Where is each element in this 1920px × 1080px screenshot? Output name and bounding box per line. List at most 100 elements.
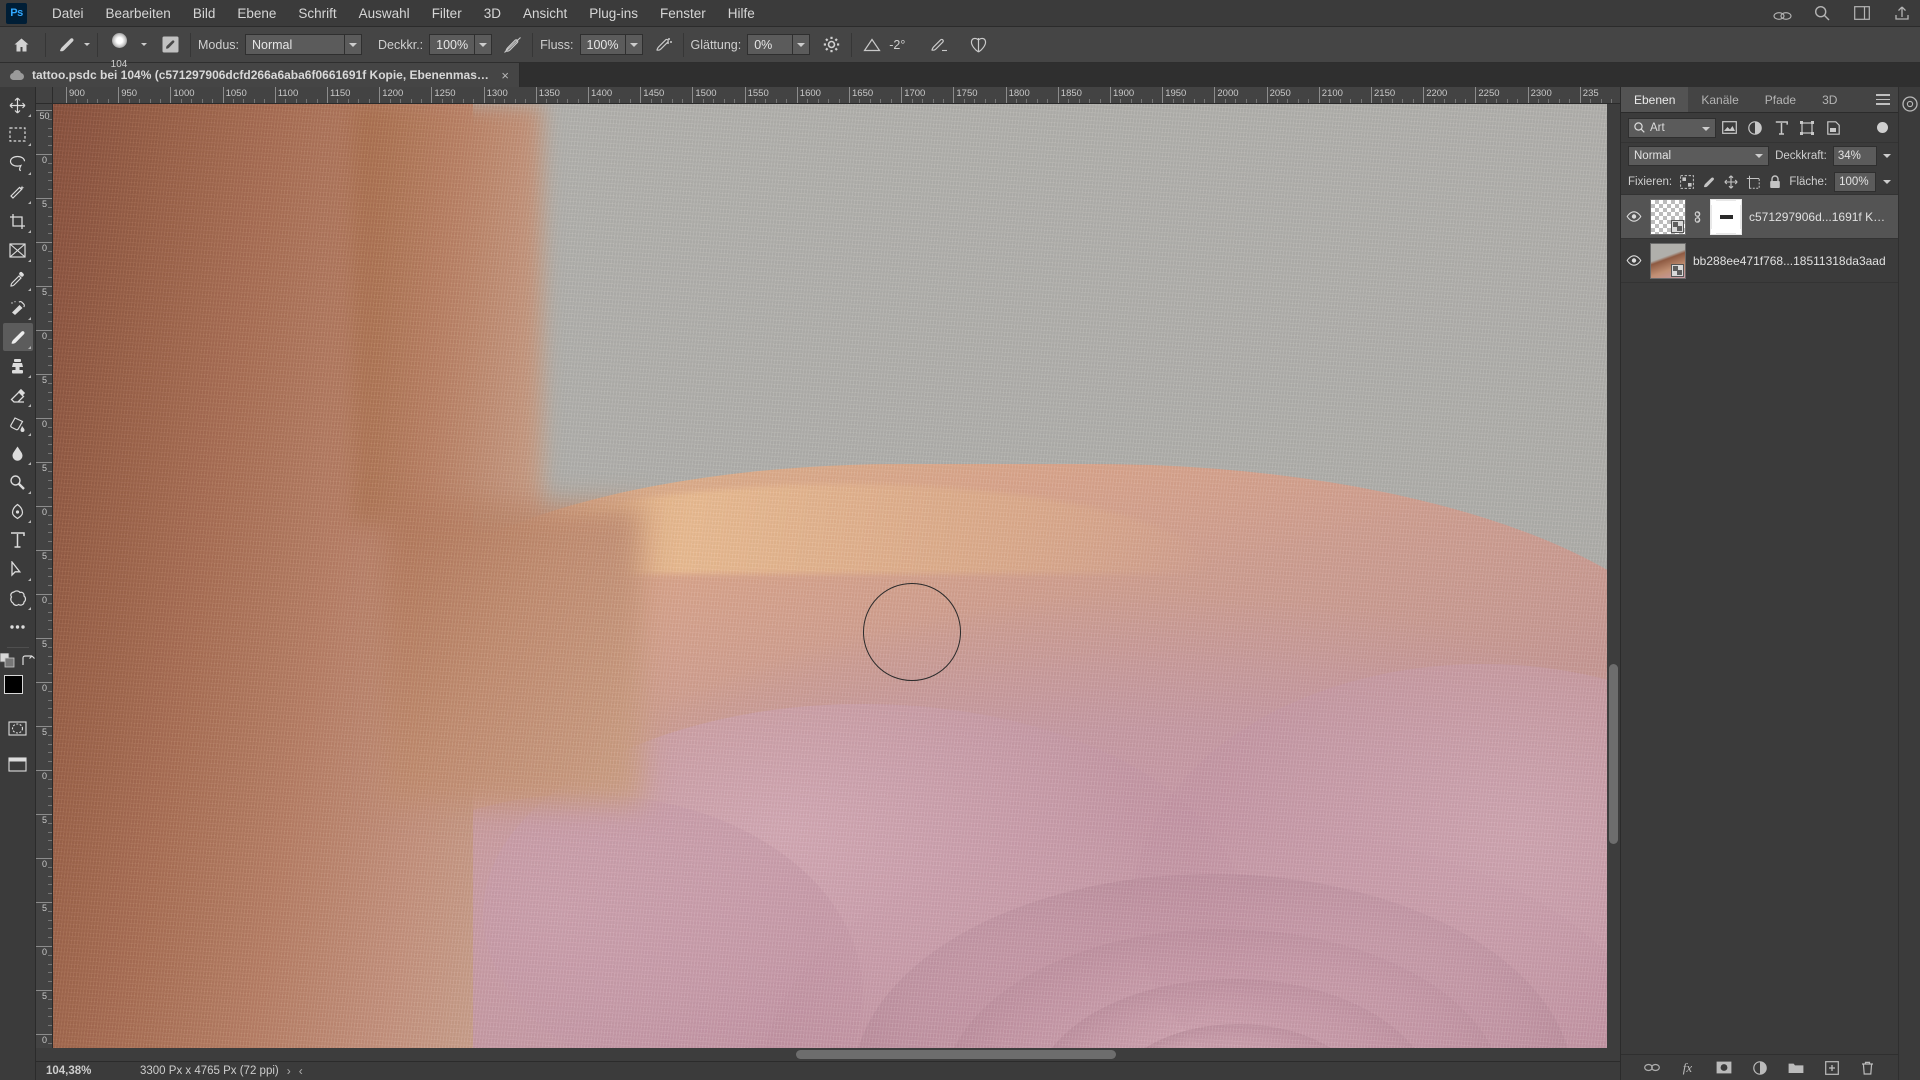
dodge-tool[interactable]	[3, 468, 33, 496]
filter-shape-icon[interactable]	[1794, 117, 1820, 139]
layer-style-fx-icon[interactable]: fx	[1679, 1059, 1696, 1076]
adjustment-layer-icon[interactable]	[1751, 1059, 1768, 1076]
layer-name[interactable]: bb288ee471f768...18511318da3aad	[1693, 254, 1886, 268]
default-colors-icon[interactable]	[0, 653, 15, 668]
lock-transparency-icon[interactable]	[1679, 173, 1694, 190]
table-row[interactable]: bb288ee471f768...18511318da3aad	[1621, 239, 1898, 283]
blur-tool[interactable]	[3, 439, 33, 467]
table-row[interactable]: c571297906d...1691f Kopie	[1621, 195, 1898, 239]
lock-all-icon[interactable]	[1767, 173, 1782, 190]
menu-item-auswahl[interactable]: Auswahl	[348, 2, 421, 25]
tab-pfade[interactable]: Pfade	[1752, 87, 1809, 112]
quick-mask-icon[interactable]	[3, 714, 33, 742]
transparent-layer-thumbnail[interactable]	[1650, 198, 1686, 235]
photo-layer-thumbnail[interactable]	[1650, 242, 1686, 279]
flow-dropdown[interactable]: 100%	[579, 34, 643, 55]
opacity-dropdown[interactable]: 100%	[429, 34, 493, 55]
status-expand-left-icon[interactable]: ‹	[299, 1064, 311, 1078]
new-layer-icon[interactable]	[1823, 1059, 1840, 1076]
menu-item-bearbeiten[interactable]: Bearbeiten	[95, 2, 182, 25]
rectangular-marquee-tool[interactable]	[3, 120, 33, 148]
brush-size-preview[interactable]: 104	[105, 32, 133, 70]
link-icon[interactable]	[1693, 210, 1703, 224]
object-selection-tool[interactable]	[3, 178, 33, 206]
gear-icon[interactable]	[818, 33, 844, 57]
menu-item-3d[interactable]: 3D	[473, 2, 512, 25]
smoothing-dropdown[interactable]: 0%	[747, 34, 811, 55]
color-wheel-icon[interactable]	[1901, 95, 1919, 113]
vertical-ruler[interactable]: 500505050505050505050505	[36, 104, 53, 1048]
cloud-sync-icon[interactable]	[1772, 3, 1792, 23]
screen-mode-icon[interactable]	[3, 750, 33, 778]
brush-preset-icon[interactable]	[53, 33, 79, 57]
edit-toolbar-tool[interactable]	[3, 613, 33, 641]
fill-chevron-down-icon[interactable]	[1883, 179, 1892, 184]
symmetry-butterfly-icon[interactable]	[965, 33, 991, 57]
layer-opacity-value[interactable]: 34%	[1832, 146, 1877, 166]
brush-preset-chevron-down-icon[interactable]	[84, 43, 90, 46]
frame-tool[interactable]	[3, 236, 33, 264]
menu-item-fenster[interactable]: Fenster	[649, 2, 717, 25]
lock-artboard-icon[interactable]	[1745, 173, 1760, 190]
layer-mask-thumbnail[interactable]	[1710, 198, 1742, 235]
type-tool[interactable]	[3, 526, 33, 554]
link-layers-icon[interactable]	[1643, 1059, 1660, 1076]
clone-stamp-tool[interactable]	[3, 352, 33, 380]
vertical-scrollbar[interactable]	[1607, 104, 1620, 1048]
workspace-icon[interactable]	[1852, 3, 1872, 23]
pen-tool[interactable]	[3, 497, 33, 525]
lock-position-icon[interactable]	[1723, 173, 1738, 190]
move-tool[interactable]	[3, 91, 33, 119]
eraser-tool[interactable]	[3, 381, 33, 409]
menu-item-hilfe[interactable]: Hilfe	[717, 2, 766, 25]
menu-item-bild[interactable]: Bild	[182, 2, 227, 25]
zoom-level[interactable]: 104,38%	[46, 1065, 126, 1077]
close-icon[interactable]: ×	[499, 69, 511, 82]
vertical-scrollbar-thumb[interactable]	[1609, 664, 1618, 844]
filter-toggle-icon[interactable]	[1877, 122, 1888, 133]
gradient-tool[interactable]	[3, 410, 33, 438]
share-icon[interactable]	[1892, 3, 1912, 23]
menu-item-datei[interactable]: Datei	[41, 2, 95, 25]
layer-name[interactable]: c571297906d...1691f Kopie	[1749, 210, 1891, 224]
menu-item-ansicht[interactable]: Ansicht	[512, 2, 578, 25]
delete-layer-icon[interactable]	[1859, 1059, 1876, 1076]
search-icon[interactable]	[1812, 3, 1832, 23]
blend-mode-dropdown[interactable]: Normal	[245, 34, 362, 55]
airbrush-icon[interactable]	[650, 33, 676, 57]
fill-value[interactable]: 100%	[1834, 171, 1877, 192]
lasso-tool[interactable]	[3, 149, 33, 177]
brush-size-chevron-down-icon[interactable]	[141, 43, 147, 46]
lock-image-icon[interactable]	[1701, 173, 1716, 190]
pressure-opacity-icon[interactable]	[499, 33, 525, 57]
filter-smart-icon[interactable]	[1820, 117, 1846, 139]
status-expand-right-icon[interactable]: ›	[279, 1064, 299, 1078]
new-group-icon[interactable]	[1787, 1059, 1804, 1076]
layer-filter-kind-dropdown[interactable]: Art	[1628, 117, 1716, 138]
brush-tool[interactable]	[2, 323, 33, 351]
tab-kanaele[interactable]: Kanäle	[1688, 87, 1751, 112]
path-selection-tool[interactable]	[3, 555, 33, 583]
spot-healing-brush-tool[interactable]	[3, 294, 33, 322]
custom-shape-tool[interactable]	[3, 584, 33, 612]
canvas-viewport[interactable]	[53, 104, 1620, 1048]
swap-colors-icon[interactable]	[21, 654, 35, 668]
menu-item-ebene[interactable]: Ebene	[226, 2, 287, 25]
menu-item-plugins[interactable]: Plug-ins	[578, 2, 649, 25]
document-tab[interactable]: tattoo.psdc bei 104% (c571297906dcfd266a…	[0, 63, 520, 87]
home-icon[interactable]	[4, 33, 38, 57]
crop-tool[interactable]	[3, 207, 33, 235]
horizontal-scrollbar[interactable]	[36, 1048, 1620, 1061]
tab-ebenen[interactable]: Ebenen	[1621, 87, 1689, 112]
filter-image-icon[interactable]	[1716, 117, 1742, 139]
menu-item-schrift[interactable]: Schrift	[287, 2, 347, 25]
tab-3d[interactable]: 3D	[1809, 87, 1850, 112]
filter-text-icon[interactable]	[1768, 117, 1794, 139]
add-mask-icon[interactable]	[1715, 1059, 1732, 1076]
horizontal-ruler[interactable]: 900 950 1000 1050 1100 1150 1200 1250 1300 1350 14…	[36, 87, 1620, 104]
pressure-size-icon[interactable]	[925, 33, 951, 57]
layer-visibility-eye-icon[interactable]	[1625, 252, 1643, 270]
eyedropper-tool[interactable]	[3, 265, 33, 293]
color-swatches[interactable]	[3, 674, 33, 704]
horizontal-scrollbar-thumb[interactable]	[796, 1050, 1116, 1059]
